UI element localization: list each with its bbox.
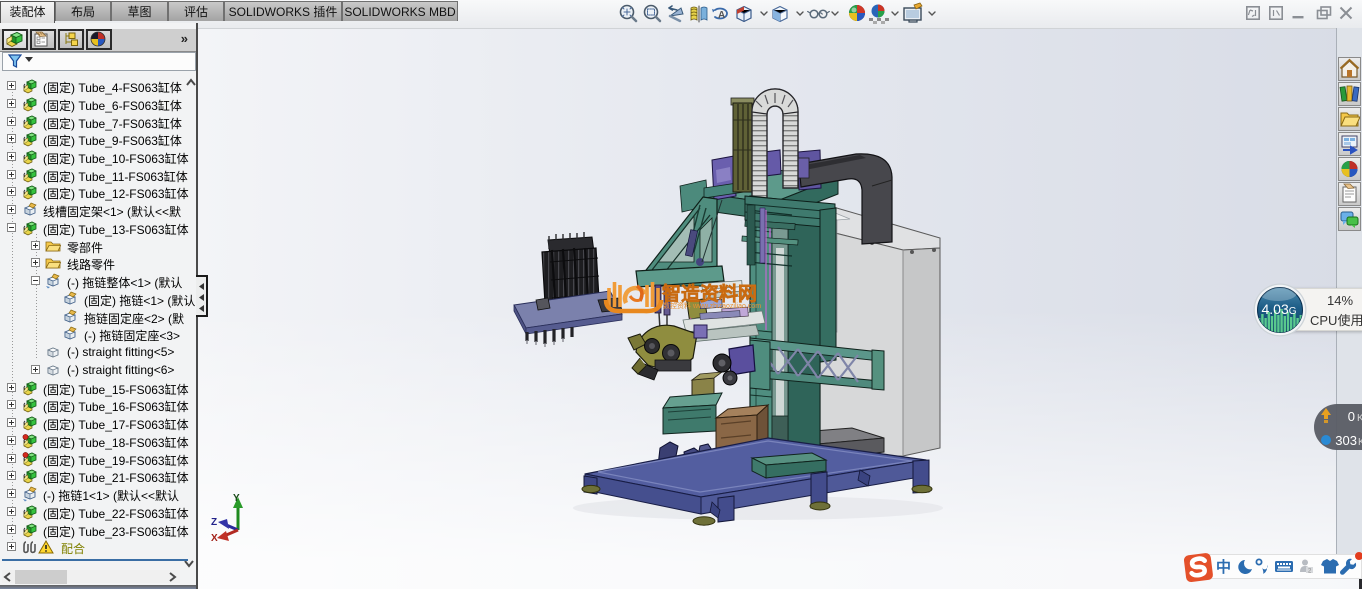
svg-text:X: X bbox=[211, 533, 218, 544]
svg-text:智造资料网: 智造资料网 bbox=[662, 282, 757, 305]
svg-text:中: 中 bbox=[1216, 558, 1231, 576]
svg-text:Y: Y bbox=[233, 493, 240, 504]
svg-text:数控资料 www.zhizaoziliao.com: 数控资料 www.zhizaoziliao.com bbox=[663, 301, 761, 310]
svg-text:Z: Z bbox=[211, 517, 217, 528]
svg-text:303: 303 bbox=[1335, 433, 1357, 448]
svg-text:A: A bbox=[718, 10, 725, 21]
svg-text:K: K bbox=[1358, 437, 1362, 448]
svg-text:0: 0 bbox=[1348, 409, 1355, 424]
svg-text:K: K bbox=[1357, 413, 1362, 424]
